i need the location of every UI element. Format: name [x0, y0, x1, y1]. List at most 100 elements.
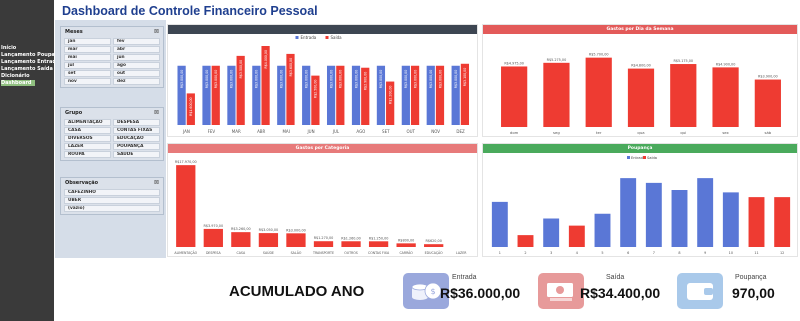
x-tick-label: ABR	[257, 129, 265, 134]
chart-title: Gastos por Dia da Semana	[483, 25, 797, 34]
slicer-mes-option[interactable]: mar	[64, 46, 111, 53]
kpi-entrada-value: R$36.000,00	[440, 285, 521, 301]
bar	[670, 64, 697, 127]
legend-label: Saída	[331, 35, 343, 40]
slicer-observacao-title: Observação	[65, 179, 99, 186]
data-label: R$3.000,00	[379, 70, 383, 88]
sidebar-item-lancamento-entrada[interactable]: Lançamento Entrada	[1, 59, 59, 65]
bar	[697, 178, 714, 247]
x-tick-label: SAÚDE	[263, 250, 274, 255]
x-tick-label: CARRÃO	[399, 250, 413, 255]
x-tick-label: seg	[553, 130, 560, 135]
slicer-grupo-option[interactable]: POUPANÇA	[113, 143, 160, 150]
slicer-grupo-option[interactable]: ALIMENTAÇÃO	[64, 119, 111, 126]
data-label: R$3.000,00	[454, 70, 458, 88]
data-label: R$3.000,00	[214, 70, 218, 88]
x-tick-label: CASA	[237, 251, 246, 255]
data-label: R$3.000,00	[413, 70, 417, 88]
slicer-grupo-option[interactable]: DIVERSOS	[64, 135, 111, 142]
slicer-mes-option[interactable]: jan	[64, 38, 111, 45]
sidebar-item-lancamento-saida[interactable]: Lançamento Saída	[1, 66, 53, 72]
slicer-obs-option[interactable]: UBER	[64, 197, 160, 204]
bar	[341, 241, 361, 247]
legend-swatch	[295, 36, 299, 39]
legend-swatch	[643, 156, 646, 159]
kpi-saida-label: Saída	[606, 274, 625, 281]
bar	[754, 79, 781, 127]
x-tick-label: 10	[729, 251, 733, 255]
bar	[543, 218, 560, 247]
chart-entrada-saida: Entrada Saída R$3.000,00 R$1.600,00 JAN R$3.0…	[167, 24, 478, 137]
slicer-grupo-option[interactable]: DESPESA	[113, 119, 160, 126]
bar	[424, 244, 444, 247]
x-tick-label: MAR	[232, 129, 241, 134]
data-label: R$17.970,00	[175, 160, 197, 164]
wallet-icon	[677, 273, 723, 309]
slicer-grupo-option[interactable]: ROUPA	[64, 151, 111, 158]
bar	[627, 68, 655, 127]
data-label: R$5.175,00	[673, 59, 693, 63]
slicer-mes-option[interactable]: ago	[113, 62, 160, 69]
x-tick-label: qua	[637, 130, 644, 135]
x-tick-label: qui	[680, 130, 686, 135]
data-label: R$2.200,00	[388, 86, 392, 104]
bar	[258, 233, 279, 247]
data-label: R$4.800,00	[631, 64, 651, 68]
slicer-grupo-title: Grupo	[65, 109, 83, 116]
x-tick-label: 11	[754, 251, 758, 255]
data-label: R$5.700,00	[589, 53, 609, 57]
slicer-obs-option[interactable]: CAFEZINHO	[64, 189, 160, 196]
data-label: R$3.000,00	[280, 70, 284, 88]
slicer-grupo-option[interactable]: CASA	[64, 127, 111, 134]
slicer-mes-option[interactable]: jun	[113, 54, 160, 61]
chart-title: Gastos por Categoria	[168, 144, 477, 153]
data-label: R$3.600,00	[289, 58, 293, 76]
sidebar-item-dicionario[interactable]: Dicionário	[1, 73, 30, 79]
sidebar-item-dashboard[interactable]: Dashboard	[1, 80, 35, 86]
x-tick-label: DESPESA	[206, 251, 222, 255]
bar	[176, 165, 196, 247]
data-label: R$620,00	[425, 239, 441, 243]
x-tick-label: JAN	[182, 129, 190, 134]
slicer-mes-option[interactable]: set	[64, 70, 111, 77]
slicer-meses: Meses ⊠ jan fev mar abr mai jun jul ago set out no…	[60, 26, 164, 88]
slicer-mes-option[interactable]: mai	[64, 54, 111, 61]
slicer-grupo-option[interactable]: LAZER	[64, 143, 111, 150]
bar	[645, 182, 662, 247]
data-label: R$3.000,00	[304, 70, 308, 88]
x-tick-label: 3	[550, 251, 552, 255]
slicer-grupo-option[interactable]: CONTAS FIXAS	[113, 127, 160, 134]
data-label: R$2.500,00	[314, 80, 318, 98]
slicer-mes-option[interactable]: dez	[113, 78, 160, 85]
bar	[396, 243, 416, 247]
chart-poupanca: Poupança 1 2 3 4 5 6 7 8 9 10 11 12 Entrada Saída	[482, 143, 798, 257]
clear-filter-icon[interactable]: ⊠	[154, 109, 159, 116]
slicer-grupo-option[interactable]: EDUCAÇÃO	[113, 135, 160, 142]
x-tick-label: 2	[524, 251, 526, 255]
slicer-mes-option[interactable]: out	[113, 70, 160, 77]
bar	[286, 233, 306, 247]
data-label: R$4.975,00	[504, 61, 524, 65]
legend-swatch	[627, 156, 630, 159]
x-tick-label: AGO	[356, 129, 365, 134]
slicer-observacao: Observação ⊠ CAFEZINHO UBER (vazio)	[60, 177, 164, 215]
slicer-obs-option[interactable]: (vazio)	[64, 205, 160, 212]
data-label: R$1.250,00	[369, 236, 389, 240]
chart-header	[168, 25, 477, 34]
data-label: R$3.000,00	[205, 70, 209, 88]
x-tick-label: 12	[780, 251, 784, 255]
slicer-mes-option[interactable]: nov	[64, 78, 111, 85]
x-tick-label: CONTAS FIXA	[368, 251, 390, 255]
slicer-grupo-option[interactable]: SAÚDE	[113, 151, 160, 158]
bar	[568, 225, 585, 247]
clear-filter-icon[interactable]: ⊠	[154, 28, 159, 35]
data-label: R$3.260,00	[231, 227, 251, 231]
sidebar-item-inicio[interactable]: Início	[1, 45, 16, 51]
slicer-mes-option[interactable]: abr	[113, 46, 160, 53]
bar	[671, 190, 688, 247]
slicer-mes-option[interactable]: jul	[64, 62, 111, 69]
kpi-poupanca-label: Poupança	[735, 274, 767, 281]
slicer-mes-option[interactable]: fev	[113, 38, 160, 45]
x-tick-label: SET	[382, 129, 390, 134]
clear-filter-icon[interactable]: ⊠	[154, 179, 159, 186]
